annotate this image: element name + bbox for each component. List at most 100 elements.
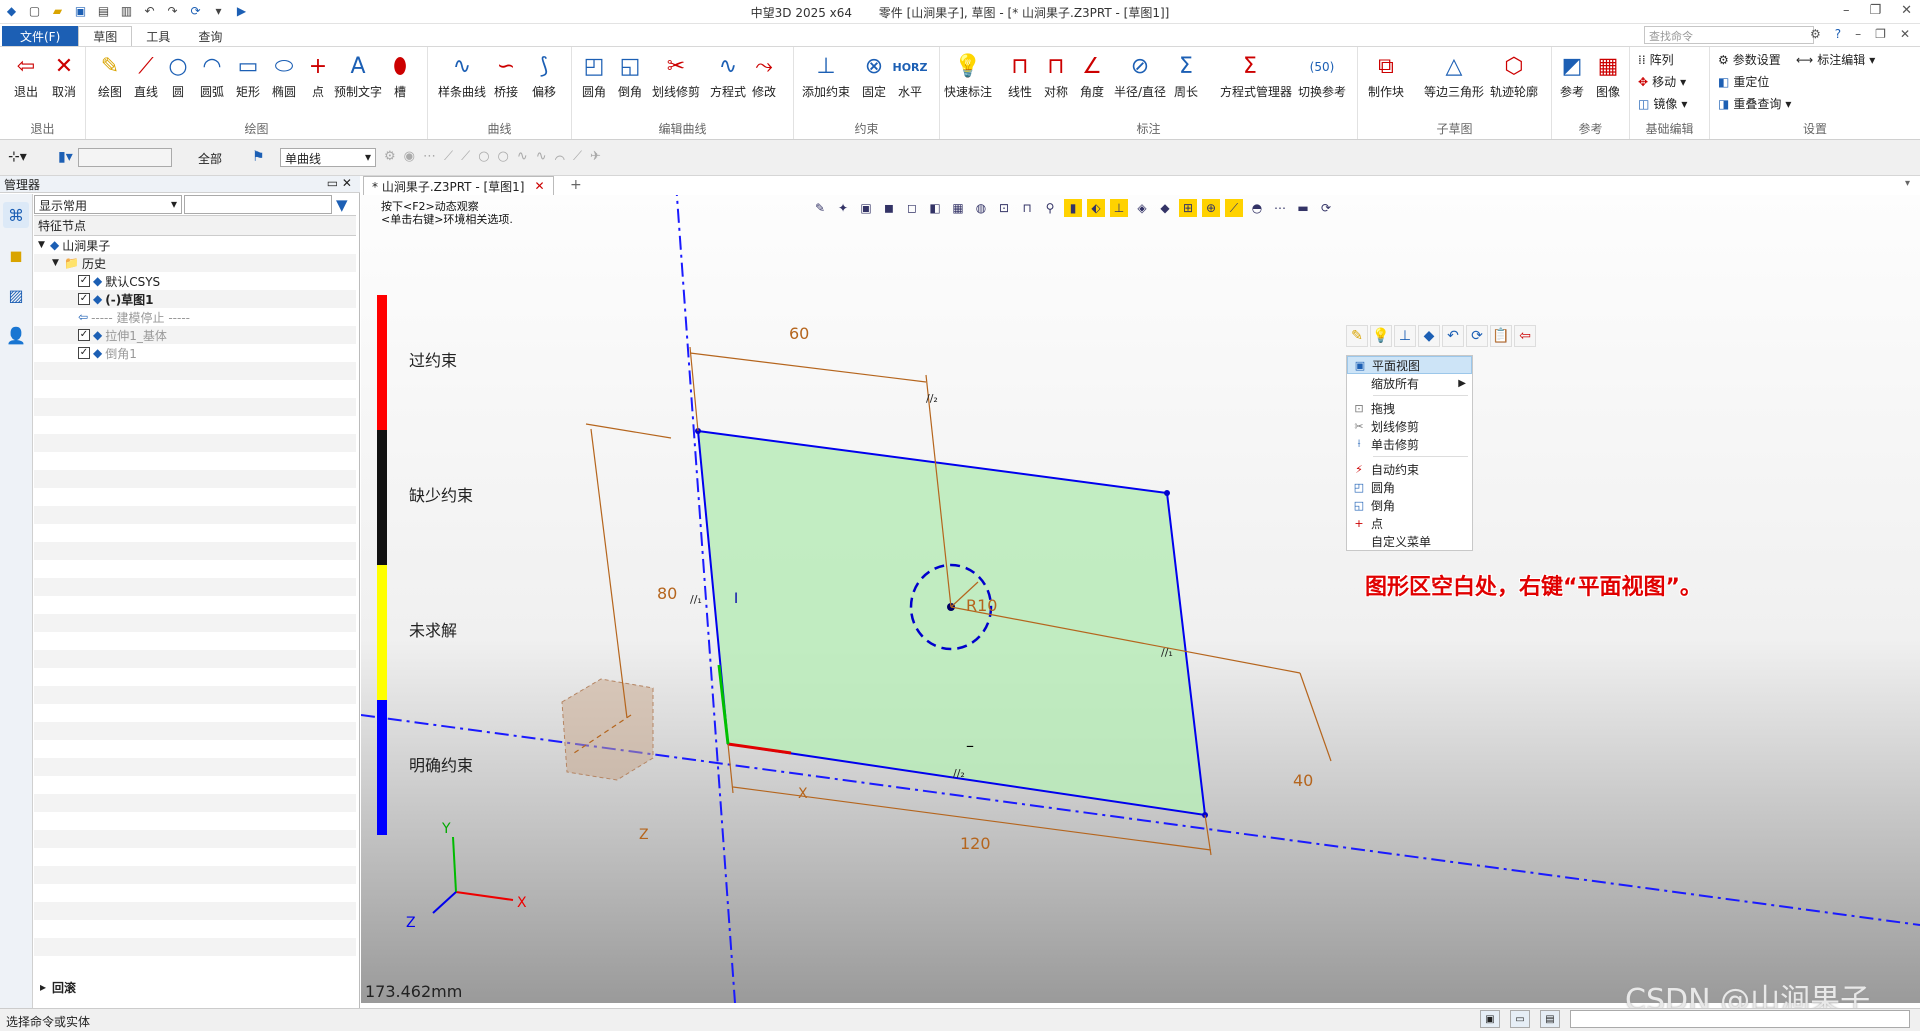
toggle-reference-button[interactable]: (50) 切换参考: [1298, 51, 1346, 100]
undo-icon[interactable]: ↶: [142, 3, 157, 18]
menu-item-auto-constraint[interactable]: ⚡ 自动约束: [1347, 460, 1472, 478]
move-button[interactable]: ✥ 移动 ▾: [1638, 73, 1686, 90]
settings-gear-icon[interactable]: ⚙: [1810, 27, 1821, 41]
ribbon-restore-icon[interactable]: ❐: [1875, 27, 1886, 41]
file-menu-button[interactable]: 文件(F): [2, 26, 79, 46]
ribbon-minimize-icon[interactable]: –: [1855, 27, 1861, 41]
select-tool-icon[interactable]: ⊹▾: [8, 149, 27, 165]
trim-button[interactable]: ✂ 划线修剪: [652, 51, 700, 100]
modify-button[interactable]: ⤳ 修改: [744, 51, 784, 100]
graphics-canvas[interactable]: 按下<F2>动态观察 <单击右键>环境相关选项. ✎ ✦ ▣ ◼ ◻ ◧ ▦ ◍…: [361, 195, 1920, 1018]
offset-button[interactable]: ⟆ 偏移: [524, 51, 564, 100]
tree-node[interactable]: ✓ ◆ 拉伸1_基体: [34, 326, 356, 344]
document-tab[interactable]: * 山涧果子.Z3PRT - [草图1] ✕: [363, 176, 554, 195]
make-block-button[interactable]: ⧉ 制作块: [1366, 51, 1406, 100]
angle-button[interactable]: ∠ 角度: [1072, 51, 1112, 100]
close-icon[interactable]: ✕: [1901, 3, 1912, 18]
tree-node[interactable]: ✓ ◆ (-)草图1: [34, 290, 356, 308]
print-preview-icon[interactable]: ▥: [119, 3, 134, 18]
horizontal-button[interactable]: HORZ 水平: [890, 51, 930, 100]
menu-item-point[interactable]: + 点: [1347, 514, 1472, 532]
dim-value-top[interactable]: 60: [789, 324, 809, 343]
view-icon[interactable]: ▨: [3, 282, 29, 308]
equation-manager-button[interactable]: Σ 方程式管理器: [1220, 51, 1292, 100]
tab-query[interactable]: 查询: [184, 26, 236, 46]
relocate-button[interactable]: ◧ 重定位: [1718, 73, 1769, 90]
filter-funnel-icon[interactable]: ▼: [336, 196, 348, 214]
redo-icon[interactable]: ↷: [165, 3, 180, 18]
exit-sketch-icon[interactable]: ⇦: [1514, 325, 1536, 347]
ribbon-close-icon[interactable]: ✕: [1900, 27, 1910, 41]
user-icon[interactable]: 👤: [3, 322, 29, 348]
minimize-icon[interactable]: –: [1843, 3, 1850, 18]
save-icon[interactable]: ▣: [73, 3, 88, 18]
command-search-input[interactable]: 查找命令: [1644, 26, 1814, 44]
status-input[interactable]: [1570, 1010, 1910, 1028]
parameter-settings-button[interactable]: ⚙ 参数设置: [1718, 51, 1781, 68]
dim-value-left[interactable]: 80: [657, 584, 677, 603]
visibility-checkbox[interactable]: ✓: [78, 275, 90, 287]
cancel-button[interactable]: ✕ 取消: [44, 51, 84, 100]
print-icon[interactable]: ▤: [96, 3, 111, 18]
quick-dimension-button[interactable]: 💡 快速标注: [944, 51, 992, 100]
visibility-checkbox[interactable]: ✓: [78, 293, 90, 305]
mirror-button[interactable]: ◫ 镜像 ▾: [1638, 95, 1687, 112]
slot-button[interactable]: ⬮ 槽: [380, 51, 420, 100]
menu-item-custom-menu[interactable]: 自定义菜单: [1347, 532, 1472, 550]
display-mode-select[interactable]: 显示常用 ▾: [34, 195, 182, 214]
tree-node[interactable]: ✓ ◆ 默认CSYS: [34, 272, 356, 290]
new-file-icon[interactable]: ▢: [27, 3, 42, 18]
visibility-checkbox[interactable]: ✓: [78, 347, 90, 359]
open-folder-icon[interactable]: ▰: [50, 3, 65, 18]
radius-diameter-button[interactable]: ⊘ 半径/直径: [1114, 51, 1166, 100]
chamfer-button[interactable]: ◱ 倒角: [610, 51, 650, 100]
image-button[interactable]: ▦ 图像: [1588, 51, 1628, 100]
help-icon[interactable]: ?: [1835, 27, 1841, 41]
new-tab-plus-icon[interactable]: +: [570, 177, 582, 193]
menu-item-drag[interactable]: ⊡ 拖拽: [1347, 399, 1472, 417]
menu-item-fillet[interactable]: ◰ 圆角: [1347, 478, 1472, 496]
dim-value-right[interactable]: 40: [1293, 771, 1313, 790]
undo-icon[interactable]: ↶: [1442, 325, 1464, 347]
dim-value-radius[interactable]: R10: [966, 596, 997, 615]
history-tree-icon[interactable]: ⌘: [3, 202, 29, 228]
part-cube-icon[interactable]: ◼: [3, 242, 29, 268]
visibility-checkbox[interactable]: ✓: [78, 329, 90, 341]
menu-item-plane-view[interactable]: ▣ 平面视图: [1347, 356, 1472, 374]
array-button[interactable]: ⁞⁞ 阵列: [1638, 51, 1674, 68]
tab-list-icon[interactable]: ▾: [1905, 178, 1910, 189]
filter-icon[interactable]: ▮▾: [58, 149, 73, 165]
track-profile-button[interactable]: ⬡ 轨迹轮廓: [1490, 51, 1538, 100]
add-constraint-button[interactable]: ⊥ 添加约束: [802, 51, 850, 100]
layout-icon[interactable]: ▣: [1480, 1010, 1500, 1028]
expand-arrow-icon[interactable]: ▼: [52, 258, 64, 268]
menu-item-single-trim[interactable]: ⟊ 单击修剪: [1347, 435, 1472, 453]
expand-arrow-icon[interactable]: ▼: [38, 240, 50, 250]
bulb-icon[interactable]: 💡: [1370, 325, 1392, 347]
play-icon[interactable]: ▶: [234, 3, 249, 18]
dimension-edit-button[interactable]: ⟷ 标注编辑 ▾: [1796, 51, 1875, 68]
tree-search-input[interactable]: [184, 195, 332, 214]
rollback-bar[interactable]: ▸ 回滚: [34, 978, 356, 996]
solid-icon[interactable]: ◆: [1418, 325, 1440, 347]
filter-select-empty[interactable]: [78, 148, 172, 167]
menu-item-chamfer[interactable]: ◱ 倒角: [1347, 496, 1472, 514]
rotate-view-icon[interactable]: ⟳: [188, 3, 203, 18]
equilateral-triangle-button[interactable]: △ 等边三角形: [1424, 51, 1484, 100]
curve-mode-select[interactable]: 单曲线 ▾: [280, 148, 376, 167]
filter-all-label[interactable]: 全部: [198, 150, 222, 167]
menu-item-trim[interactable]: ✂ 划线修剪: [1347, 417, 1472, 435]
window-icon[interactable]: ▤: [1540, 1010, 1560, 1028]
dim-value-bottom[interactable]: 120: [960, 834, 991, 853]
tab-close-icon[interactable]: ✕: [534, 179, 544, 193]
dropdown-icon[interactable]: ▾: [211, 3, 226, 18]
monitor-icon[interactable]: ▭: [1510, 1010, 1530, 1028]
tree-node[interactable]: ⇦ ----- 建模停止 -----: [34, 308, 356, 326]
overlap-query-button[interactable]: ◨ 重叠查询 ▾: [1718, 95, 1791, 112]
menu-item-zoom-all[interactable]: 缩放所有 ▶: [1347, 374, 1472, 392]
tree-node[interactable]: ▼ 📁 历史: [34, 254, 356, 272]
panel-pin-close-icon[interactable]: ▭ ✕: [327, 176, 352, 190]
perimeter-button[interactable]: Σ 周长: [1166, 51, 1206, 100]
tree-node[interactable]: ✓ ◆ 倒角1: [34, 344, 356, 362]
restore-icon[interactable]: ❐: [1869, 3, 1881, 18]
